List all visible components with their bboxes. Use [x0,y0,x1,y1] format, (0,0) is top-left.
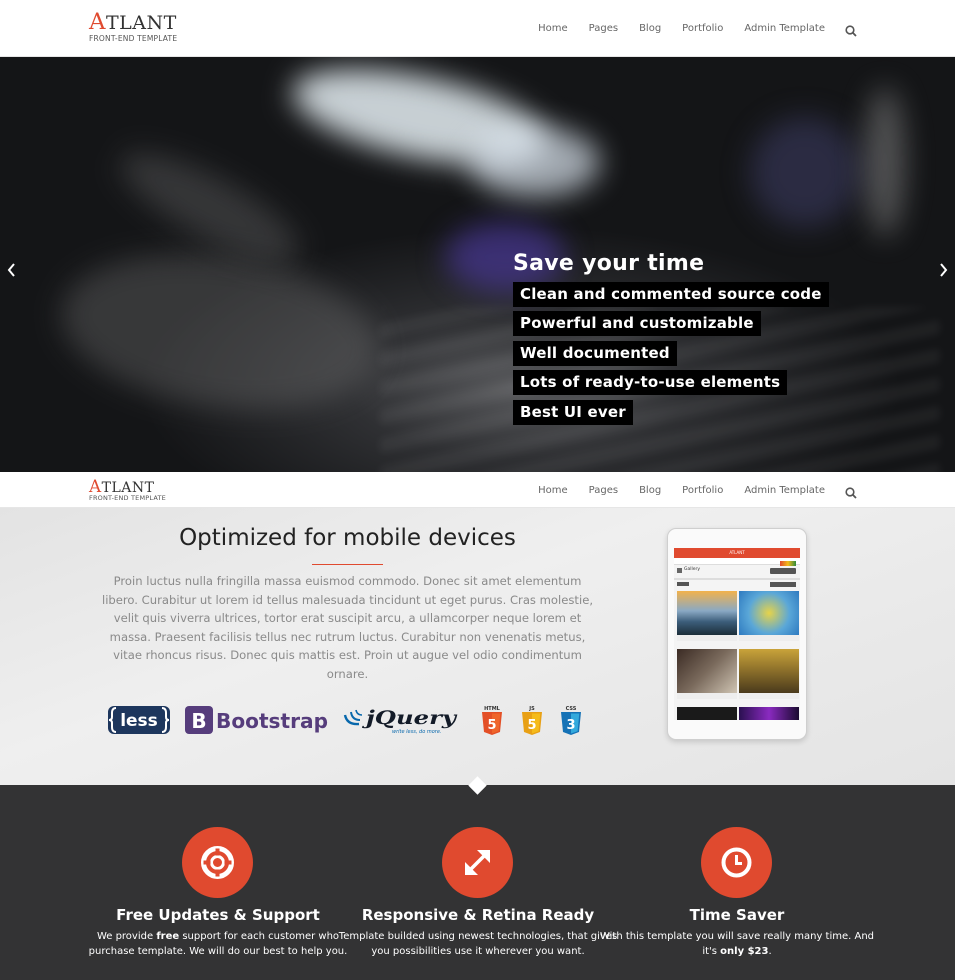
clock-icon [701,827,772,898]
tablet-toolbar: Gallery [674,561,800,577]
logo-wordmark: ATLANT [89,9,177,35]
svg-text:HTML: HTML [484,706,501,712]
feature-title: Free Updates & Support [116,906,320,924]
nav-admin-template[interactable]: Admin Template [744,23,825,34]
gallery-thumbnail [739,591,799,635]
svg-text:5: 5 [527,718,536,733]
thumbnail-caption [677,635,737,641]
hero-feature: Best UI ever [513,400,633,425]
nav-pages[interactable]: Pages [589,485,618,496]
features-section: Free Updates & Support We provide free s… [0,785,955,980]
section-text: Proin luctus nulla fringilla massa euism… [101,574,594,681]
feature-description: We provide free support for each custome… [88,931,348,957]
hero-feature: Powerful and customizable [513,311,761,336]
svg-text:3: 3 [566,718,575,733]
nav-home[interactable]: Home [538,485,568,496]
nav-portfolio[interactable]: Portfolio [682,23,723,34]
svg-text:CSS: CSS [566,706,577,712]
js-shield-icon: JS 5 [521,703,543,737]
nav-admin-template[interactable]: Admin Template [744,485,825,496]
section-title: Optimized for mobile devices [179,525,516,551]
svg-text:JS: JS [528,706,535,712]
hero-background-glow [865,87,905,237]
feature-description: Template builded using newest technologi… [338,931,618,957]
top-header: ATLANT FRONT-END TEMPLATE Home Pages Blo… [0,0,955,57]
feature-title: Time Saver [689,906,785,924]
gallery-thumbnail [739,649,799,693]
nav-pages[interactable]: Pages [589,23,618,34]
main-nav: Home Pages Blog Portfolio Admin Template [517,22,857,37]
gallery-thumbnail [677,707,737,720]
gallery-thumbnail [677,591,737,635]
tablet-mockup: ATLANT Gallery [667,528,807,740]
svg-text:5: 5 [487,718,496,733]
svg-text:Bootstrap: Bootstrap [216,709,328,733]
tablet-app-title: ATLANT [674,548,800,558]
logo[interactable]: ATLANT FRONT-END TEMPLATE [89,478,166,502]
logo-wordmark: ATLANT [89,476,155,496]
gallery-thumbnail [739,707,799,720]
title-divider [312,564,383,565]
expand-arrows-icon [442,827,513,898]
hero-background-hand [51,235,389,429]
svg-text:write less, do more.: write less, do more. [392,729,442,735]
svg-text:less: less [120,711,158,731]
thumbnail-caption [739,693,799,699]
chevron-left-icon[interactable] [2,260,22,280]
mobile-section: Optimized for mobile devices Proin luctu… [0,508,955,785]
bootstrap-logo: B Bootstrap [185,703,330,737]
lifebuoy-icon [182,827,253,898]
jquery-logo: jQuery write less, do more. [342,703,460,737]
less-logo: less [106,703,172,737]
hero-title: Save your time [513,251,705,276]
sticky-header: ATLANT FRONT-END TEMPLATE Home Pages Blo… [0,472,955,508]
search-icon[interactable] [845,484,857,499]
feature-description: With this template you will save really … [599,931,875,957]
nav-blog[interactable]: Blog [639,485,661,496]
nav-portfolio[interactable]: Portfolio [682,485,723,496]
chevron-right-icon[interactable] [933,260,953,280]
thumbnail-caption [677,693,737,699]
hero-slider: Save your time Clean and commented sourc… [0,57,955,472]
css3-shield-icon: CSS 3 [560,703,582,737]
hero-background-light [470,127,600,197]
nav-home[interactable]: Home [538,23,568,34]
search-icon[interactable] [845,22,857,37]
hero-feature: Clean and commented source code [513,282,829,307]
sticky-nav: Home Pages Blog Portfolio Admin Template [517,484,857,499]
hero-feature: Well documented [513,341,677,366]
gallery-thumbnail [677,649,737,693]
hero-background-glow [750,117,860,227]
nav-blog[interactable]: Blog [639,23,661,34]
hero-feature: Lots of ready-to-use elements [513,370,788,395]
logo-tagline: FRONT-END TEMPLATE [89,33,178,43]
html5-shield-icon: HTML 5 [481,703,503,737]
svg-text:B: B [191,709,206,733]
tablet-screen: ATLANT Gallery [674,548,800,720]
svg-text:jQuery: jQuery [361,707,459,729]
thumbnail-caption [739,635,799,641]
logo-tagline: FRONT-END TEMPLATE [89,494,166,502]
feature-title: Responsive & Retina Ready [361,906,595,924]
logo[interactable]: ATLANT FRONT-END TEMPLATE [89,11,177,42]
